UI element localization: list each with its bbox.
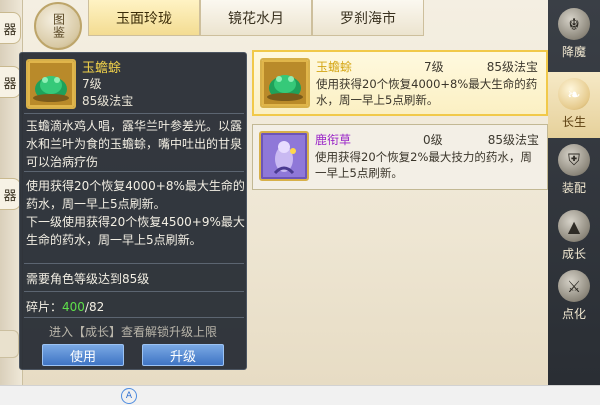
bottom-status-bar: A [0, 385, 600, 405]
item-card-yuchanchu[interactable]: 玉蟾蜍 7级 85级法宝 使用获得20个恢复4000+8%最大生命的药水，周一早… [252, 50, 548, 116]
sidebar-item-xiangmo[interactable]: ☬ 降魔 [548, 2, 600, 68]
detail-requirement: 需要角色等级达到85级 [26, 272, 150, 286]
deer-herb-icon [259, 131, 309, 181]
item-detail-panel: 玉蟾蜍 7级 85级法宝 玉蟾滴水鸡人唱，露华兰叶参差光。以露水和兰叶为食的玉蟾… [19, 52, 247, 370]
item-description: 使用获得20个恢复2%最大技力的药水，周一早上5点刷新。 [315, 150, 532, 180]
item-grade: 85级法宝 [486, 60, 538, 74]
tab-luosha-haishi[interactable]: 罗刹海市 [312, 0, 424, 36]
tab-label: 玉面玲珑 [116, 10, 172, 27]
right-sidebar: ☬ 降魔 ❧ 长生 ⛨ 装配 ▲ 成长 ⚔ 点化 [548, 0, 600, 385]
tab-jinghua-shuiyue[interactable]: 镜花水月 [200, 0, 312, 36]
left-tab-label: 器 [3, 188, 17, 204]
left-tab-3[interactable]: 器 [0, 178, 21, 210]
use-button[interactable]: 使用 [42, 344, 124, 366]
detail-fragment-count: 碎片：400/82 [26, 298, 104, 315]
item-description: 使用获得20个恢复4000+8%最大生命的药水，周一早上5点刷新。 [316, 77, 538, 107]
item-card-luxiancao[interactable]: 鹿衔草 0级 85级法宝 使用获得20个恢复2%最大技力的药水，周一早上5点刷新… [252, 124, 548, 190]
item-level: 0级 [423, 133, 443, 147]
divider [24, 113, 244, 114]
detail-effect-current: 使用获得20个恢复4000+8%最大生命的药水，周一早上5点刷新。 [26, 179, 245, 211]
detail-item-level: 7级 [82, 77, 102, 91]
demon-mask-icon: ☬ [558, 8, 590, 40]
tab-label: 罗刹海市 [340, 10, 396, 27]
upgrade-button-label: 升级 [169, 349, 196, 365]
item-name: 玉蟾蜍 [316, 60, 353, 74]
sidebar-item-chengzhang[interactable]: ▲ 成长 [548, 204, 600, 270]
sidebar-item-zhuangpei[interactable]: ⛨ 装配 [548, 138, 600, 204]
divider [24, 171, 244, 172]
item-grade: 85级法宝 [487, 133, 539, 147]
left-corner-ornament [0, 330, 19, 358]
divider [24, 317, 244, 318]
detail-effect-next: 下一级使用获得20个恢复4500+9%最大生命的药水，周一早上5点刷新。 [26, 215, 245, 247]
sidebar-item-label: 降魔 [561, 45, 586, 59]
tujian-label: 图鉴 [51, 13, 66, 39]
left-tab-2[interactable]: 器 [0, 66, 21, 98]
sidebar-item-changsheng[interactable]: ❧ 长生 [548, 72, 600, 138]
arrow-up-icon: ▲ [558, 210, 590, 242]
fragment-label: 碎片： [26, 300, 63, 314]
detail-lore-text: 玉蟾滴水鸡人唱，露华兰叶参差光。以露水和兰叶为食的玉蟾蜍，嘴中吐出的甘泉可以治病… [26, 119, 243, 169]
item-name: 鹿衔草 [315, 133, 352, 147]
tab-yumian-linglong[interactable]: 玉面玲珑 [88, 0, 200, 36]
sidebar-item-label: 点化 [561, 307, 586, 321]
left-tab-label: 器 [3, 76, 17, 92]
detail-effect-block: 使用获得20个恢复4000+8%最大生命的药水，周一早上5点刷新。 下一级使用获… [26, 177, 246, 249]
divider [24, 291, 244, 292]
fragment-have: 400 [62, 300, 85, 314]
sidebar-item-label: 装配 [561, 181, 586, 195]
sidebar-item-label: 长生 [561, 115, 586, 129]
detail-hint-text: 进入【成长】查看解锁升级上限 [48, 325, 217, 339]
jade-toad-icon [26, 59, 76, 109]
armor-icon: ⛨ [558, 144, 590, 176]
jade-toad-icon [260, 58, 310, 108]
item-level: 7级 [424, 60, 444, 74]
tujian-button[interactable]: 图鉴 [34, 2, 82, 50]
upgrade-button[interactable]: 升级 [142, 344, 224, 366]
accessibility-icon[interactable]: A [121, 388, 137, 404]
fragment-need: /82 [84, 300, 105, 314]
left-tab-1[interactable]: 器 [0, 12, 21, 44]
flame-icon: ❧ [558, 78, 590, 110]
detail-item-name: 玉蟾蜍 [82, 61, 122, 76]
left-tab-label: 器 [3, 22, 17, 38]
divider [24, 263, 244, 264]
swords-icon: ⚔ [558, 270, 590, 302]
use-button-label: 使用 [69, 349, 96, 365]
detail-item-grade: 85级法宝 [82, 94, 134, 108]
tab-label: 镜花水月 [228, 10, 284, 27]
sidebar-item-label: 成长 [561, 247, 586, 261]
sidebar-item-dianhua[interactable]: ⚔ 点化 [548, 264, 600, 330]
